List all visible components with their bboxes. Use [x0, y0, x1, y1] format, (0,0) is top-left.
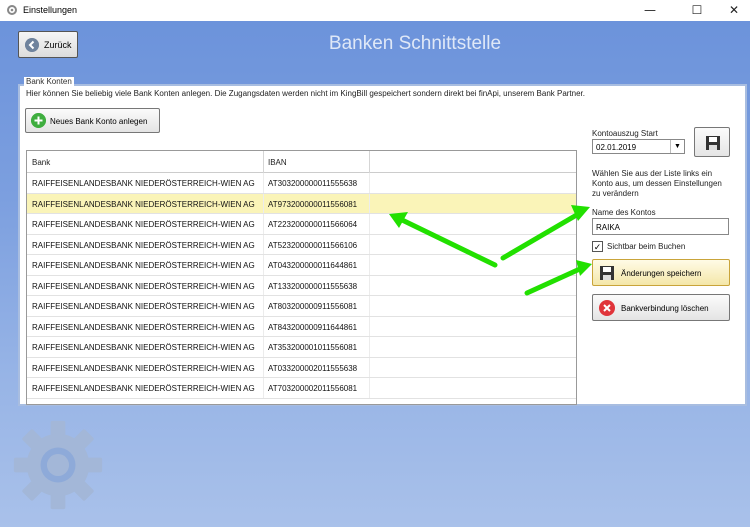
bank-cell: RAIFFEISENLANDESBANK NIEDERÖSTERREICH-WI… [32, 363, 255, 373]
maximize-button[interactable]: ☐ [677, 0, 717, 21]
bank-cell: RAIFFEISENLANDESBANK NIEDERÖSTERREICH-WI… [32, 281, 255, 291]
hint-line-2: Konto aus, um dessen Einstellungen [592, 179, 722, 188]
floppy-disk-icon [706, 136, 720, 150]
statement-start-label: Kontoauszug Start [592, 129, 658, 138]
visible-checkbox-label: Sichtbar beim Buchen [607, 242, 686, 251]
iban-cell: AT353200001011556081 [268, 343, 358, 352]
iban-cell: AT033200002011555638 [268, 363, 358, 373]
table-row[interactable]: RAIFFEISENLANDESBANK NIEDERÖSTERREICH-WI… [27, 378, 576, 399]
bank-cell: RAIFFEISENLANDESBANK NIEDERÖSTERREICH-WI… [32, 384, 255, 393]
hint-line-1: Wählen Sie aus der Liste links ein [592, 169, 713, 178]
iban-cell: AT133200000011555638 [268, 281, 358, 291]
column-header-bank[interactable]: Bank [32, 158, 50, 167]
floppy-disk-icon [600, 266, 614, 280]
delete-bank-connection-button[interactable]: Bankverbindung löschen [592, 294, 730, 321]
hint-line-3: zu verändern [592, 189, 639, 198]
chevron-down-icon[interactable]: ▼ [670, 140, 684, 153]
iban-cell: AT843200000911644861 [268, 322, 358, 332]
bank-accounts-group: Hier können Sie beliebig viele Bank Kont… [18, 84, 747, 406]
workspace: Zurück Banken Schnittstelle Hier können … [0, 21, 750, 527]
title-bar: Einstellungen — ☐ ✕ [0, 0, 750, 21]
group-title: Bank Konten [24, 77, 74, 86]
iban-cell: AT523200000011566106 [268, 240, 358, 250]
save-changes-button[interactable]: Änderungen speichern [592, 259, 730, 286]
iban-cell: AT043200000011644861 [268, 261, 358, 270]
account-name-field[interactable]: RAIKA [592, 218, 729, 235]
table-row[interactable]: RAIFFEISENLANDESBANK NIEDERÖSTERREICH-WI… [27, 234, 576, 255]
group-description: Hier können Sie beliebig viele Bank Kont… [26, 89, 585, 98]
table-header: Bank IBAN [27, 151, 576, 173]
visible-checkbox[interactable]: ✓ [592, 241, 603, 252]
plus-icon [31, 113, 46, 128]
account-name-label: Name des Kontos [592, 208, 656, 217]
bank-cell: RAIFFEISENLANDESBANK NIEDERÖSTERREICH-WI… [32, 322, 255, 332]
table-row[interactable]: RAIFFEISENLANDESBANK NIEDERÖSTERREICH-WI… [27, 357, 576, 378]
new-bank-account-label: Neues Bank Konto anlegen [50, 117, 148, 126]
table-row[interactable]: RAIFFEISENLANDESBANK NIEDERÖSTERREICH-WI… [27, 337, 576, 358]
gear-decoration-icon [13, 420, 103, 510]
bank-cell: RAIFFEISENLANDESBANK NIEDERÖSTERREICH-WI… [32, 220, 255, 229]
back-button-label: Zurück [44, 40, 72, 50]
iban-cell: AT223200000011566064 [268, 220, 358, 229]
bank-cell: RAIFFEISENLANDESBANK NIEDERÖSTERREICH-WI… [32, 302, 255, 311]
save-changes-label: Änderungen speichern [621, 269, 702, 278]
table-row[interactable]: RAIFFEISENLANDESBANK NIEDERÖSTERREICH-WI… [27, 296, 576, 317]
table-row[interactable]: RAIFFEISENLANDESBANK NIEDERÖSTERREICH-WI… [27, 316, 576, 337]
bank-cell: RAIFFEISENLANDESBANK NIEDERÖSTERREICH-WI… [32, 199, 255, 209]
close-window-button[interactable]: ✕ [714, 0, 750, 21]
bank-cell: RAIFFEISENLANDESBANK NIEDERÖSTERREICH-WI… [32, 261, 255, 270]
bank-cell: RAIFFEISENLANDESBANK NIEDERÖSTERREICH-WI… [32, 240, 255, 250]
back-button[interactable]: Zurück [18, 31, 78, 58]
column-header-iban[interactable]: IBAN [268, 158, 287, 167]
iban-cell: AT703200002011556081 [268, 384, 358, 393]
back-arrow-icon [25, 38, 39, 52]
window-title: Einstellungen [23, 5, 78, 15]
statement-start-value: 02.01.2019 [596, 143, 637, 152]
delete-x-icon [599, 300, 615, 316]
delete-bank-connection-label: Bankverbindung löschen [621, 304, 709, 313]
table-row[interactable]: RAIFFEISENLANDESBANK NIEDERÖSTERREICH-WI… [27, 173, 576, 194]
new-bank-account-button[interactable]: Neues Bank Konto anlegen [25, 108, 160, 133]
bank-accounts-table: Bank IBAN RAIFFEISENLANDESBANK NIEDERÖST… [26, 150, 577, 405]
table-row[interactable]: RAIFFEISENLANDESBANK NIEDERÖSTERREICH-WI… [27, 193, 576, 214]
table-row[interactable]: RAIFFEISENLANDESBANK NIEDERÖSTERREICH-WI… [27, 255, 576, 276]
page-title: Banken Schnittstelle [328, 33, 502, 54]
iban-cell: AT303200000011555638 [268, 179, 358, 188]
bank-cell: RAIFFEISENLANDESBANK NIEDERÖSTERREICH-WI… [32, 343, 255, 352]
table-row[interactable]: RAIFFEISENLANDESBANK NIEDERÖSTERREICH-WI… [27, 275, 576, 296]
iban-cell: AT973200000011556081 [268, 199, 358, 209]
gear-app-icon [7, 5, 17, 15]
table-row[interactable]: RAIFFEISENLANDESBANK NIEDERÖSTERREICH-WI… [27, 214, 576, 235]
statement-start-date-picker[interactable]: 02.01.2019 ▼ [592, 139, 685, 154]
iban-cell: AT803200000911556081 [268, 302, 358, 311]
account-name-value: RAIKA [596, 223, 621, 232]
save-date-button[interactable] [694, 127, 730, 157]
bank-cell: RAIFFEISENLANDESBANK NIEDERÖSTERREICH-WI… [32, 179, 255, 188]
minimize-button[interactable]: — [630, 0, 670, 21]
